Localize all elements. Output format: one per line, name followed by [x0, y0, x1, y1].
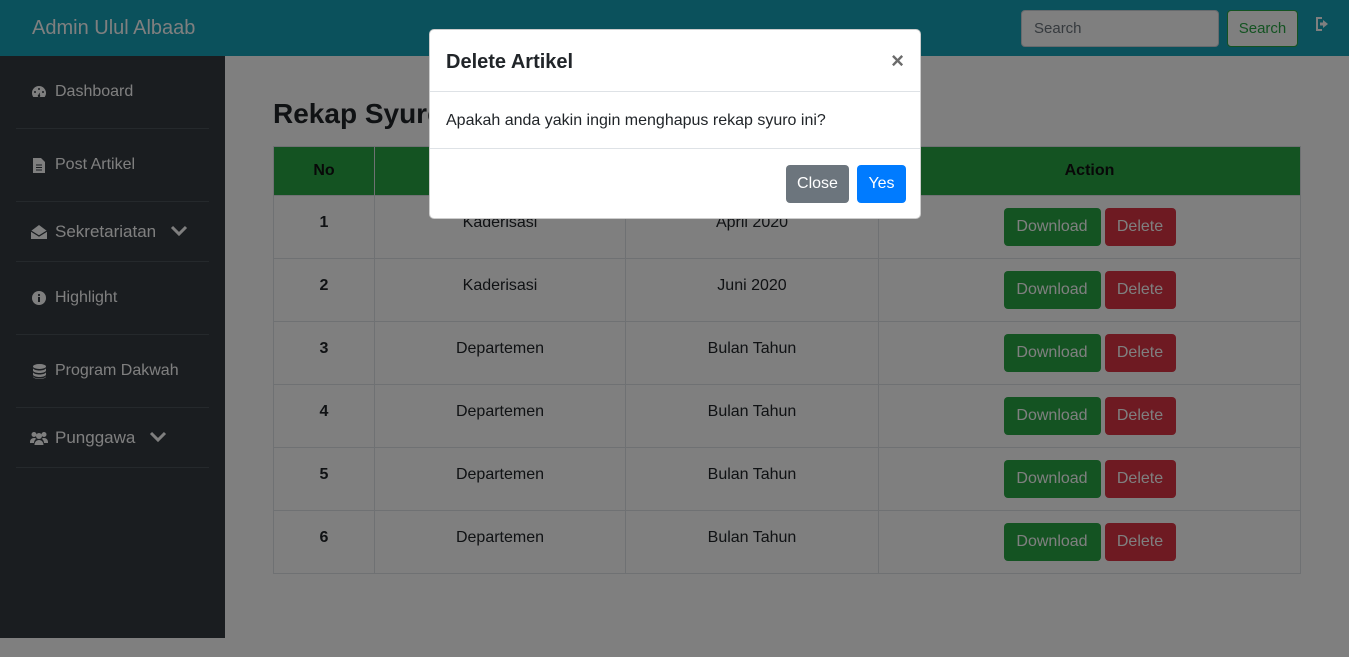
modal-body: Apakah anda yakin ingin menghapus rekap … [430, 92, 920, 149]
delete-confirm-modal: Delete Artikel × Apakah anda yakin ingin… [429, 29, 921, 219]
close-button[interactable]: Close [786, 165, 849, 203]
modal-message: Apakah anda yakin ingin menghapus rekap … [446, 112, 826, 129]
modal-header: Delete Artikel × [430, 30, 920, 92]
yes-button[interactable]: Yes [857, 165, 906, 203]
modal-footer: Close Yes [430, 149, 920, 219]
modal-title: Delete Artikel [446, 51, 574, 73]
close-icon[interactable]: × [891, 48, 904, 74]
